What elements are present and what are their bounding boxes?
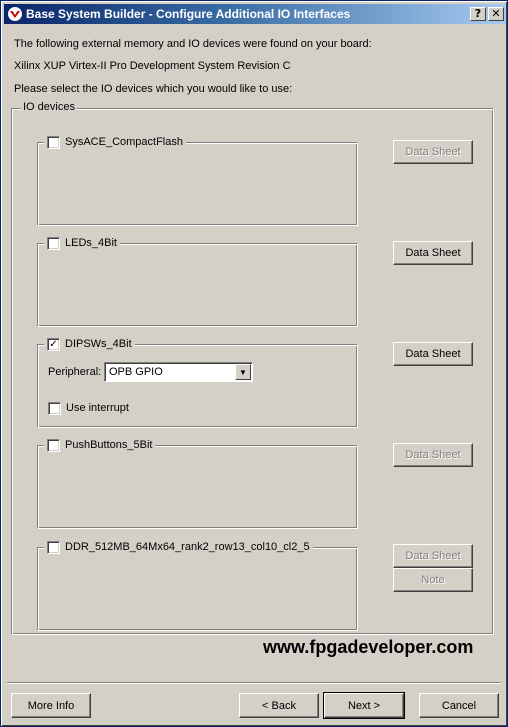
device-name-label: DIPSWs_4Bit	[65, 338, 132, 350]
intro-text-select: Please select the IO devices which you w…	[14, 83, 293, 95]
peripheral-label: Peripheral:	[48, 366, 102, 378]
device-group-pushbuttons	[37, 445, 358, 529]
device-group-sysace	[37, 142, 358, 226]
window-title: Base System Builder - Configure Addition…	[26, 7, 351, 21]
device-checkbox-row-pushbuttons[interactable]: PushButtons_5Bit	[44, 438, 156, 452]
next-button[interactable]: Next >	[323, 692, 405, 719]
peripheral-select-value: OPB GPIO	[109, 366, 163, 378]
data-sheet-button[interactable]: Data Sheet	[393, 544, 473, 568]
device-checkbox[interactable]	[47, 540, 60, 554]
device-checkbox[interactable]	[47, 438, 60, 452]
device-checkbox[interactable]	[47, 236, 60, 250]
use-interrupt-row[interactable]: Use interrupt	[45, 401, 132, 415]
device-group-leds	[37, 243, 358, 327]
cancel-button[interactable]: Cancel	[419, 693, 499, 718]
peripheral-select[interactable]: OPB GPIO ▼	[104, 362, 253, 382]
watermark-text: www.fpgadeveloper.com	[263, 637, 474, 657]
device-name-label: SysACE_CompactFlash	[65, 136, 183, 148]
use-interrupt-checkbox[interactable]	[48, 401, 61, 415]
device-name-label: DDR_512MB_64Mx64_rank2_row13_col10_cl2_5	[65, 541, 310, 553]
back-button[interactable]: < Back	[239, 693, 319, 718]
board-name-text: Xilinx XUP Virtex-II Pro Development Sys…	[14, 60, 291, 72]
device-group-ddr	[37, 547, 358, 631]
more-info-button[interactable]: More Info	[11, 693, 91, 718]
device-checkbox-row-dipsws[interactable]: ✓ DIPSWs_4Bit	[44, 337, 135, 351]
data-sheet-button[interactable]: Data Sheet	[393, 241, 473, 265]
use-interrupt-label: Use interrupt	[66, 402, 129, 414]
io-devices-group-title: IO devices	[21, 101, 77, 113]
device-checkbox-row-leds[interactable]: LEDs_4Bit	[44, 236, 120, 250]
close-button[interactable]: ✕	[488, 7, 504, 21]
help-button[interactable]: ?	[470, 7, 486, 21]
data-sheet-button[interactable]: Data Sheet	[393, 443, 473, 467]
device-checkbox-row-sysace[interactable]: SysACE_CompactFlash	[44, 135, 186, 149]
data-sheet-button[interactable]: Data Sheet	[393, 342, 473, 366]
device-checkbox[interactable]	[47, 135, 60, 149]
dialog-window: Base System Builder - Configure Addition…	[0, 0, 508, 727]
device-checkbox-row-ddr[interactable]: DDR_512MB_64Mx64_rank2_row13_col10_cl2_5	[44, 540, 313, 554]
note-button[interactable]: Note	[393, 568, 473, 592]
intro-text-found: The following external memory and IO dev…	[14, 38, 372, 50]
title-bar[interactable]: Base System Builder - Configure Addition…	[4, 4, 506, 24]
chevron-down-icon[interactable]: ▼	[235, 364, 251, 380]
xilinx-logo-icon	[8, 7, 22, 21]
device-name-label: LEDs_4Bit	[65, 237, 117, 249]
device-group-dipsws	[37, 344, 358, 428]
device-checkbox[interactable]: ✓	[47, 337, 60, 351]
data-sheet-button[interactable]: Data Sheet	[393, 140, 473, 164]
device-name-label: PushButtons_5Bit	[65, 439, 153, 451]
footer-separator	[7, 682, 501, 684]
